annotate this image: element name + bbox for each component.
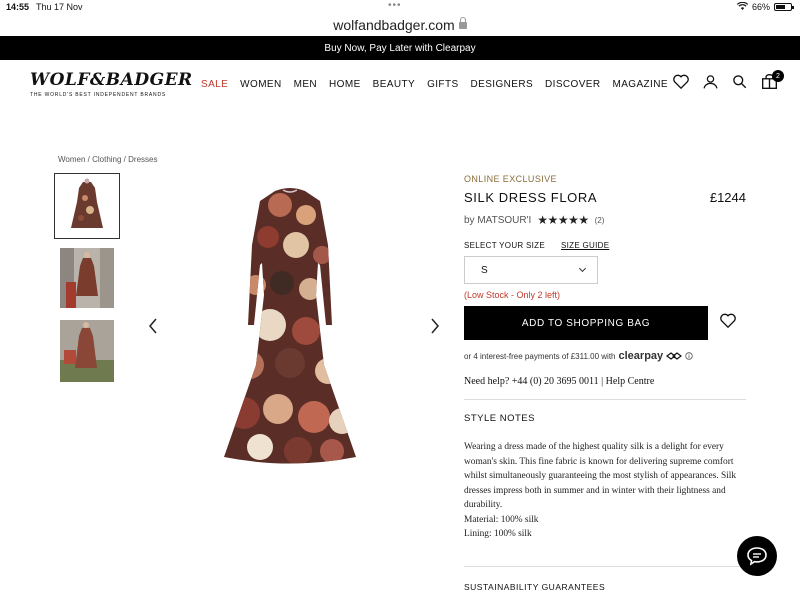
status-bar: 14:55 Thu 17 Nov ••• 66% [0,0,800,14]
nav-item-discover[interactable]: DISCOVER [545,79,600,90]
chat-bubble-icon [747,547,767,566]
nav-item-designers[interactable]: DESIGNERS [471,79,534,90]
logo-tagline: THE WORLD'S BEST INDEPENDENT BRANDS [30,92,167,98]
thumbnail-dress-image [59,178,115,234]
shopping-bag-icon[interactable]: 2 [761,70,784,89]
thumbnail-model-garden-image [60,320,114,382]
size-label: SELECT YOUR SIZE [464,241,545,250]
selected-size: S [481,264,488,276]
add-to-bag-button[interactable]: ADD TO SHOPPING BAG [464,306,708,340]
size-row: SELECT YOUR SIZE SIZE GUIDE [464,241,746,250]
multitask-dots-icon[interactable]: ••• [388,0,402,11]
product-thumbnail-2[interactable] [60,248,114,308]
product-price: £1244 [709,190,746,205]
rating-count[interactable]: (2) [595,216,605,225]
title-row: SILK DRESS FLORA £1244 [464,190,746,205]
buy-row: ADD TO SHOPPING BAG [464,306,746,340]
breadcrumb-item-dresses[interactable]: Dresses [128,155,157,164]
account-user-icon[interactable] [703,74,718,89]
nav-item-gifts[interactable]: GIFTS [427,79,458,90]
address-bar[interactable]: wolfandbadger.com [0,14,800,36]
style-notes-heading[interactable]: STYLE NOTES [464,413,746,424]
site-header: WOLF&BADGER THE WORLD'S BEST INDEPENDENT… [0,60,800,110]
lock-icon [458,16,467,29]
logo[interactable]: WOLF&BADGER THE WORLD'S BEST INDEPENDENT… [30,70,193,98]
breadcrumb-item-clothing[interactable]: Clothing [92,155,121,164]
rating-stars[interactable]: ★★★★★ [537,213,589,227]
nav-item-men[interactable]: MEN [294,79,317,90]
size-guide-link[interactable]: SIZE GUIDE [561,241,609,250]
battery-icon [774,3,794,11]
lining-text: Lining: 100% silk [464,529,532,539]
promo-text: Buy Now, Pay Later with Clearpay [324,42,476,54]
designer-row: by MATSOUR'I ★★★★★ (2) [464,213,746,227]
wishlist-heart-icon[interactable] [673,74,689,89]
url-text: wolfandbadger.com [333,17,455,33]
info-icon[interactable] [685,352,693,360]
main-nav: SALE WOMEN MEN HOME BEAUTY GIFTS DESIGNE… [201,79,668,90]
search-icon[interactable] [732,74,747,89]
nav-item-beauty[interactable]: BEAUTY [373,79,415,90]
help-contact[interactable]: Need help? +44 (0) 20 3695 0011 | Help C… [464,376,746,387]
add-to-wishlist-heart-icon[interactable] [720,313,736,333]
battery-percent: 66% [751,2,770,12]
clearpay-info: or 4 interest-free payments of £311.00 w… [464,350,746,362]
thumbnail-model-street-image [60,248,114,308]
online-exclusive-badge: ONLINE EXCLUSIVE [464,174,557,184]
chat-button[interactable] [737,536,777,576]
promo-banner[interactable]: Buy Now, Pay Later with Clearpay [0,36,800,60]
divider [464,566,746,567]
status-right: 66% [736,1,794,12]
clearpay-text: or 4 interest-free payments of £311.00 w… [464,351,616,361]
nav-item-magazine[interactable]: MAGAZINE [612,79,667,90]
product-thumbnail-3[interactable] [60,320,114,382]
material-text: Material: 100% silk [464,514,539,525]
nav-item-sale[interactable]: SALE [201,79,228,90]
wifi-icon [736,1,749,12]
status-time: 14:55 [6,2,30,12]
logo-wordmark: WOLF&BADGER [30,70,193,90]
divider [464,399,746,400]
breadcrumb: Women / Clothing / Dresses [58,155,158,164]
style-notes-text: Wearing a dress made of the highest qual… [464,442,737,510]
carousel-prev-arrow-icon[interactable] [148,318,158,339]
style-notes-body: Wearing a dress made of the highest qual… [464,440,746,542]
product-main-image[interactable] [220,185,360,470]
size-select[interactable]: S [464,256,598,284]
status-date: Thu 17 Nov [36,2,83,12]
carousel-next-arrow-icon[interactable] [430,318,440,339]
nav-item-home[interactable]: HOME [329,79,361,90]
nav-item-women[interactable]: WOMEN [240,79,281,90]
product-info: ONLINE EXCLUSIVE SILK DRESS FLORA £1244 … [464,174,746,542]
chevron-down-icon [578,264,587,273]
clearpay-logo: clearpay [618,350,664,362]
product-thumbnail-1[interactable] [54,173,120,239]
bag-count-badge: 2 [772,70,784,82]
header-icons: 2 [673,70,784,89]
designer-link[interactable]: by MATSOUR'I [464,215,531,226]
breadcrumb-item-women[interactable]: Women [58,155,85,164]
stock-warning: (Low Stock - Only 2 left) [464,290,561,300]
clearpay-arrows-icon [666,352,683,360]
sustainability-heading[interactable]: SUSTAINABILITY GUARANTEES [464,582,605,592]
product-title: SILK DRESS FLORA [464,190,598,205]
